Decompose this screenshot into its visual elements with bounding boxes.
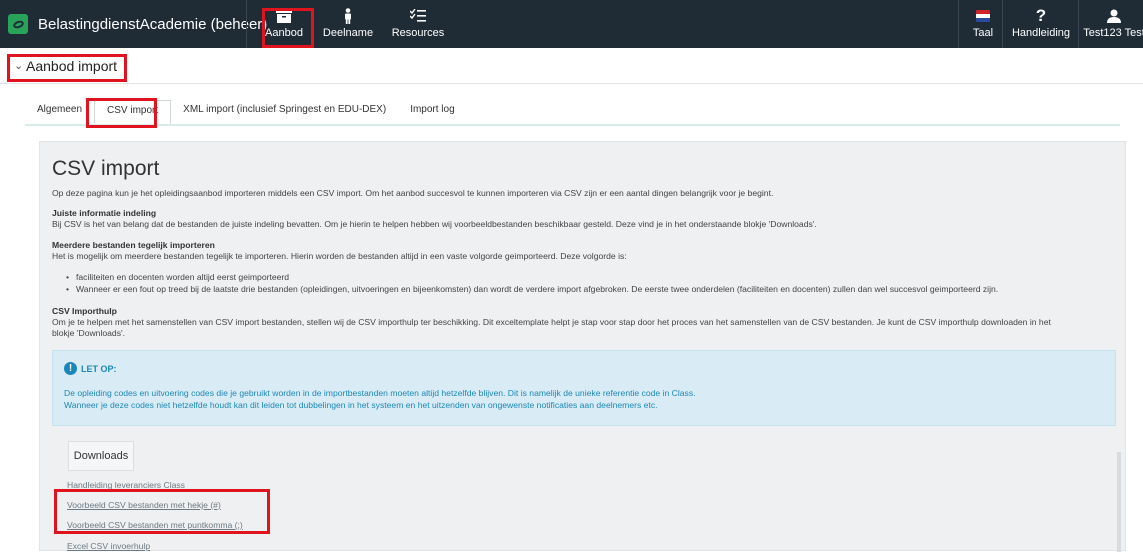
nav-deelname-label: Deelname [322,27,374,39]
nav-aanbod-label: Aanbod [265,27,303,39]
tab-algemeen[interactable]: Algemeen [25,100,94,124]
archive-box-icon [275,8,293,24]
nav-aanbod[interactable]: Aanbod [257,8,311,46]
nav-user-menu[interactable]: Test123 Test [1083,8,1143,46]
tab-csv-import[interactable]: CSV import [94,100,172,124]
nav-user-label: Test123 Test [1083,27,1143,39]
section-text: blokje 'Downloads'. [52,328,126,338]
section-header[interactable]: ⌄ Aanbod import [0,48,1143,84]
tab-import-log[interactable]: Import log [398,100,466,124]
nav-taal[interactable]: Taal [968,8,998,46]
nav-handleiding-label: Handleiding [1011,27,1071,39]
csv-import-panel: CSV import Op deze pagina kun je het opl… [39,141,1126,552]
nav-divider [1078,0,1079,48]
section-text: Om je te helpen met het samenstellen van… [52,317,1051,327]
warning-alert: ! LET OP: De opleiding codes en uitvoeri… [52,350,1116,426]
nav-resources-label: Resources [391,27,445,39]
nav-divider [958,0,959,48]
checklist-icon [409,8,427,24]
question-mark-icon: ? [1035,6,1047,25]
alert-text: De opleiding codes en uitvoering codes d… [64,388,696,398]
top-navigation-bar: BelastingdienstAcademie (beheer) Aanbod … [0,0,1143,48]
person-icon [339,8,357,24]
intro-text: Op deze pagina kun je het opleidingsaanb… [52,188,774,198]
user-icon [1105,8,1123,24]
nav-divider [246,0,247,48]
tab-xml-import[interactable]: XML import (inclusief Springest en EDU-D… [171,100,398,124]
scrollbar[interactable] [1117,452,1121,552]
alert-text: Wanneer je deze codes niet hetzelfde hou… [64,400,658,410]
tab-underline [25,124,1120,126]
download-link-handleiding[interactable]: Handleiding leveranciers Class [67,480,185,490]
download-link-puntkomma[interactable]: Voorbeeld CSV bestanden met puntkomma (;… [67,520,243,530]
list-item: Wanneer er een fout op treed bij de laat… [66,284,998,294]
brand-logo-icon [8,14,28,34]
nav-handleiding[interactable]: ? Handleiding [1010,6,1072,46]
nav-deelname[interactable]: Deelname [322,8,374,46]
list-item: faciliteiten en docenten worden altijd e… [66,272,289,282]
section-heading: Meerdere bestanden tegelijk importeren [52,240,215,250]
dutch-flag-icon [974,8,992,24]
download-link-hekje[interactable]: Voorbeeld CSV bestanden met hekje (#) [67,500,221,510]
section-text: Het is mogelijk om meerdere bestanden te… [52,251,627,261]
brand[interactable]: BelastingdienstAcademie (beheer) [8,14,267,34]
nav-resources[interactable]: Resources [390,8,446,46]
section-heading: CSV Importhulp [52,306,117,316]
section-heading: Juiste informatie indeling [52,208,157,218]
section-text: Bij CSV is het van belang dat de bestand… [52,219,817,229]
section-title: Aanbod import [26,58,118,74]
chevron-down-icon[interactable]: ⌄ [14,59,23,72]
downloads-button[interactable]: Downloads [68,441,134,471]
brand-title: BelastingdienstAcademie (beheer) [38,15,268,33]
download-link-excel[interactable]: Excel CSV invoerhulp [67,541,150,551]
nav-divider [1002,0,1003,48]
alert-title: LET OP: [81,364,117,374]
nav-taal-label: Taal [972,27,994,39]
exclamation-circle-icon: ! [64,362,77,375]
tab-bar: Algemeen CSV import XML import (inclusie… [25,100,467,124]
page-title: CSV import [52,157,160,180]
